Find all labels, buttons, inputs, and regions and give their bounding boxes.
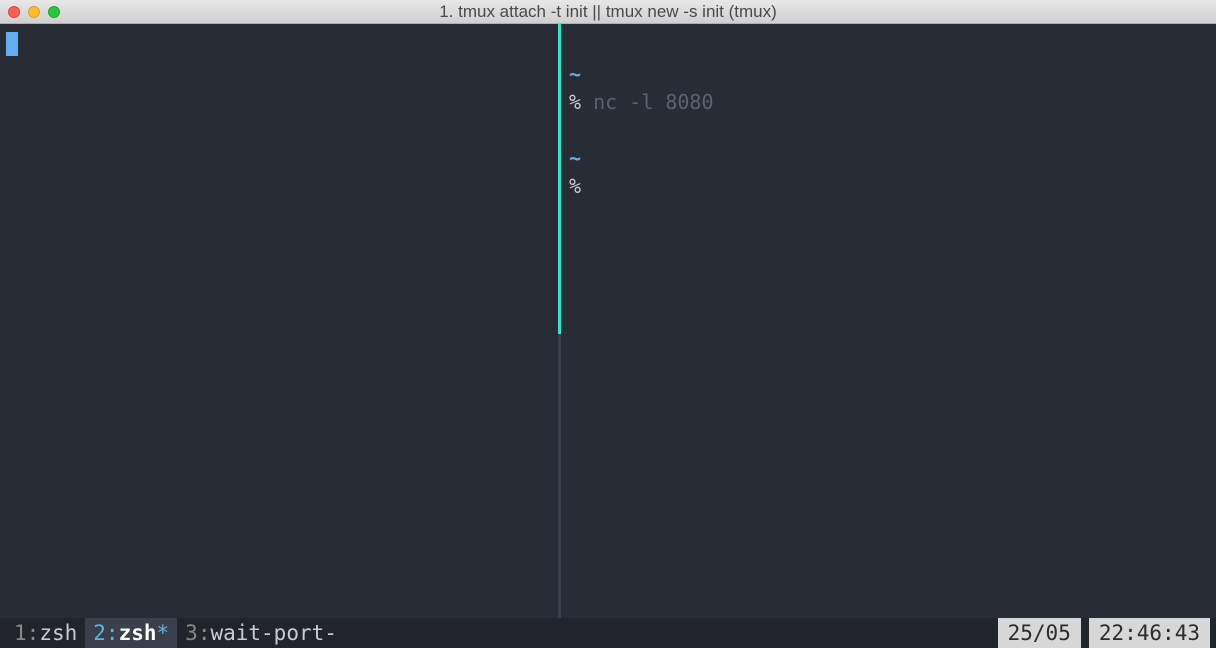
prompt-path-line: ~	[569, 60, 1212, 88]
tmux-statusbar: 1:zsh 2:zsh* 3:wait-port- 25/05 22:46:43	[0, 618, 1216, 648]
statusbar-right: 25/05 22:46:43	[998, 618, 1210, 648]
tmux-pane-right[interactable]: ~ % nc -l 8080 ~ %	[561, 24, 1216, 618]
traffic-lights	[8, 6, 60, 18]
tmux-window-3[interactable]: 3:wait-port-	[177, 618, 345, 648]
command-suggestion: nc -l 8080	[581, 90, 713, 114]
tmux-pane-left[interactable]	[0, 24, 558, 618]
maximize-icon[interactable]	[48, 6, 60, 18]
prompt-command-line: % nc -l 8080	[569, 88, 1212, 116]
tilde-icon: ~	[569, 146, 581, 170]
statusbar-time: 22:46:43	[1089, 618, 1210, 648]
close-icon[interactable]	[8, 6, 20, 18]
tilde-icon: ~	[569, 62, 581, 86]
tmux-window-2[interactable]: 2:zsh*	[85, 618, 177, 648]
tmux-window-1[interactable]: 1:zsh	[6, 618, 85, 648]
prompt-symbol: %	[569, 174, 581, 198]
window-titlebar: 1. tmux attach -t init || tmux new -s in…	[0, 0, 1216, 24]
minimize-icon[interactable]	[28, 6, 40, 18]
statusbar-date: 25/05	[998, 618, 1081, 648]
window-title: 1. tmux attach -t init || tmux new -s in…	[439, 2, 777, 22]
terminal-area[interactable]: ~ % nc -l 8080 ~ %	[0, 24, 1216, 618]
cursor-icon	[6, 32, 18, 56]
prompt-line: %	[569, 172, 1212, 200]
prompt-path-line: ~	[569, 144, 1212, 172]
statusbar-windows: 1:zsh 2:zsh* 3:wait-port-	[6, 618, 345, 648]
prompt-symbol: %	[569, 90, 581, 114]
